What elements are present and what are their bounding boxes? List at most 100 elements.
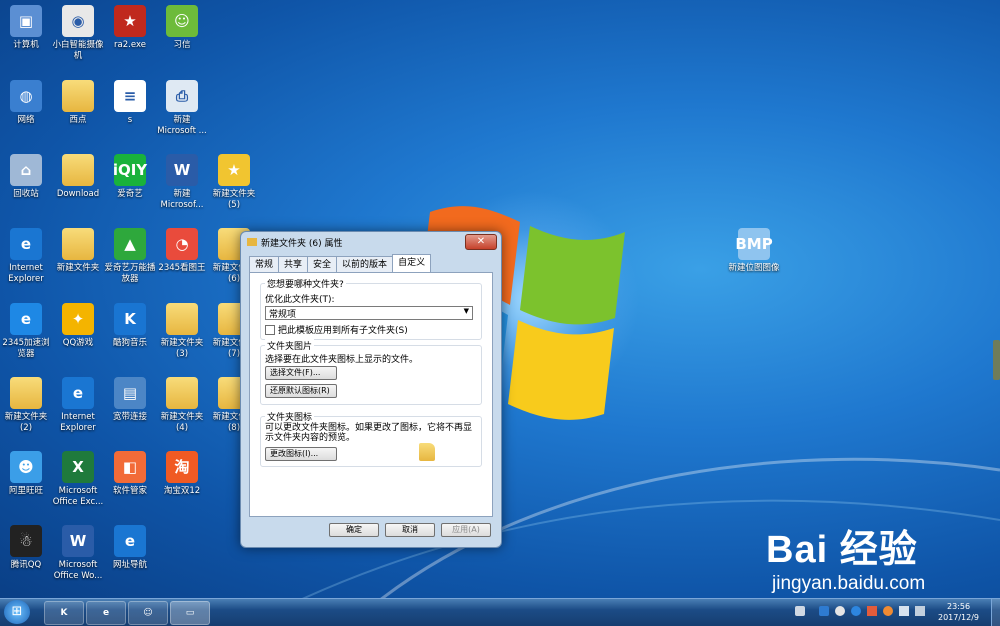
desktop-icon[interactable]: ⎙ 新建 Microsoft ... xyxy=(156,80,208,137)
tray-ime-icon[interactable] xyxy=(883,606,893,616)
clock[interactable]: 23:56 2017/12/9 xyxy=(938,601,979,623)
taskbar-ie-button[interactable]: e xyxy=(86,601,126,625)
desktop-icon[interactable]: ◔ 2345看图王 xyxy=(156,228,208,274)
desktop-icon[interactable]: 淘淘宝双12 xyxy=(156,451,208,497)
desktop-icon[interactable]: ☺ 习信 xyxy=(156,5,208,51)
desktop-icon-label: 网络 xyxy=(17,115,35,125)
tab-strip: 常规 共享 安全 以前的版本 自定义 xyxy=(249,254,432,273)
desktop-icon-label: 新建文件夹 (4) xyxy=(160,412,204,433)
desktop-icon[interactable]: ≡ s xyxy=(104,80,156,126)
desktop-icon[interactable]: ▲ 爱奇艺万能播放器 xyxy=(104,228,156,285)
tab-previous-versions[interactable]: 以前的版本 xyxy=(336,256,394,273)
desktop-icon[interactable]: ⌂ 回收站 xyxy=(0,154,52,200)
desktop-icon[interactable]: ★ ra2.exe xyxy=(104,5,156,51)
apply-subfolders-checkbox[interactable] xyxy=(265,324,275,335)
desktop-icon[interactable]: 新建文件夹 (4) xyxy=(156,377,208,434)
desktop-icon-label: s xyxy=(127,115,133,125)
explorer-icon: ▭ xyxy=(185,608,195,618)
desktop-icon[interactable]: ◉ 小白智能摄像机 xyxy=(52,5,104,62)
desktop-icon[interactable]: ◍ 网络 xyxy=(0,80,52,126)
choose-file-button[interactable]: 选择文件(F)... xyxy=(265,366,337,380)
desktop-icon-label: 酷狗音乐 xyxy=(112,338,147,348)
tray-security-icon[interactable] xyxy=(835,606,845,616)
app-icon: iQIY xyxy=(113,154,147,186)
app-icon: ★ xyxy=(218,154,250,186)
taskbar-explorer-button[interactable]: ▭ xyxy=(170,601,210,625)
change-icon-button[interactable]: 更改图标(I)... xyxy=(265,447,337,461)
desktop-icon[interactable]: e Internet Explorer xyxy=(52,377,104,434)
desktop-icon[interactable]: 新建文件夹 (2) xyxy=(0,377,52,434)
desktop-icon[interactable]: Download xyxy=(52,154,104,200)
tray-keyboard-icon[interactable] xyxy=(795,606,805,616)
tray-volume-icon[interactable] xyxy=(899,606,909,616)
desktop-icon-label: ra2.exe xyxy=(114,40,146,50)
tray-network-icon[interactable] xyxy=(915,606,925,616)
app-icon: ▤ xyxy=(114,377,146,409)
desktop-icon[interactable]: 新建文件夹 (3) xyxy=(156,303,208,360)
desktop-icon[interactable]: e Internet Explorer xyxy=(0,228,52,285)
app-icon: ◉ xyxy=(62,5,94,37)
desktop-icon[interactable]: ▣ 计算机 xyxy=(0,5,52,51)
side-handle[interactable] xyxy=(993,340,1000,380)
desktop-icon[interactable]: BMP 新建位图图像 xyxy=(728,228,780,274)
desktop-icon[interactable]: 新建文件夹 xyxy=(52,228,104,274)
desktop-icon[interactable]: ☃ 腾讯QQ xyxy=(0,525,52,571)
desktop-icon[interactable]: W Microsoft Office Wo... xyxy=(52,525,104,582)
folder-icon xyxy=(10,377,42,409)
tab-customize[interactable]: 自定义 xyxy=(392,254,432,273)
clock-time: 23:56 xyxy=(946,602,971,611)
desktop-icon[interactable]: iQIY 爱奇艺 xyxy=(104,154,156,200)
desktop-icon-label: 新建 Microsoft ... xyxy=(157,115,207,136)
desktop-icon[interactable]: K 酷狗音乐 xyxy=(104,303,156,349)
folder-pictures-title: 文件夹图片 xyxy=(265,339,315,352)
apply-button[interactable]: 应用(A) xyxy=(441,523,491,537)
restore-default-button[interactable]: 还原默认图标(R) xyxy=(265,384,337,398)
taskbar-app-button[interactable]: ☺ xyxy=(128,601,168,625)
watermark-url: jingyan.baidu.com xyxy=(772,573,926,594)
tab-sharing[interactable]: 共享 xyxy=(278,256,309,273)
desktop-icon[interactable]: 西点 xyxy=(52,80,104,126)
tab-security[interactable]: 安全 xyxy=(307,256,338,273)
desktop-icon-label: 新建文件夹 xyxy=(56,263,100,273)
desktop-icon[interactable]: ✦ QQ游戏 xyxy=(52,303,104,349)
optimize-select[interactable]: 常规项 ▼ xyxy=(265,306,473,320)
desktop-icon[interactable]: e 网址导航 xyxy=(104,525,156,571)
app-icon: X xyxy=(62,451,94,483)
show-desktop-button[interactable] xyxy=(991,599,1000,626)
desktop-icon[interactable]: e 2345加速浏览器 xyxy=(0,303,52,360)
close-button[interactable]: ✕ xyxy=(465,234,497,250)
taskbar-kugou-button[interactable]: K xyxy=(44,601,84,625)
cancel-button[interactable]: 取消 xyxy=(385,523,435,537)
tray-shield-icon[interactable] xyxy=(819,606,829,616)
desktop-icon[interactable]: ▤ 宽带连接 xyxy=(104,377,156,423)
desktop-icon[interactable]: W 新建 Microsof... xyxy=(156,154,208,211)
tab-general[interactable]: 常规 xyxy=(249,256,280,273)
ok-button[interactable]: 确定 xyxy=(329,523,379,537)
app-icon: BMP xyxy=(735,228,773,260)
dialog-titlebar[interactable]: 新建文件夹 (6) 属性 xyxy=(241,232,501,252)
app-icon: e xyxy=(114,525,146,557)
taskbar: ⊞ K e ☺ ▭ 23:56 2017/12/9 xyxy=(0,598,1000,626)
desktop-icon-label: Download xyxy=(56,189,100,199)
tray xyxy=(795,606,925,616)
desktop-icon[interactable]: ◧ 软件管家 xyxy=(104,451,156,497)
start-button[interactable]: ⊞ xyxy=(4,600,30,624)
tray-kugou-icon[interactable] xyxy=(851,606,861,616)
desktop-icon-label: 新建文件夹 (5) xyxy=(212,189,256,210)
desktop-icon-label: 2345看图王 xyxy=(158,263,206,273)
desktop-icon-label: 习信 xyxy=(173,40,191,50)
windows-start-icon: ⊞ xyxy=(11,604,23,619)
tray-flag-icon[interactable] xyxy=(867,606,877,616)
desktop-icon[interactable]: ☻ 阿里旺旺 xyxy=(0,451,52,497)
desktop-icon-label: 网址导航 xyxy=(112,560,147,570)
ie-icon: e xyxy=(102,608,110,618)
app-icon: ☺ xyxy=(143,608,153,618)
app-icon: ✦ xyxy=(62,303,94,335)
desktop-icon-label: 淘宝双12 xyxy=(163,486,201,496)
desktop-icon[interactable]: ★ 新建文件夹 (5) xyxy=(208,154,260,211)
desktop-icon-label: Internet Explorer xyxy=(8,263,44,284)
folder-pictures-desc: 选择要在此文件夹图标上显示的文件。 xyxy=(265,355,419,365)
folder-type-group: 您想要哪种文件夹? 优化此文件夹(T): 常规项 ▼ 把此模板应用到所有子文件夹… xyxy=(260,277,482,340)
desktop-icon-label: 回收站 xyxy=(13,189,39,199)
desktop-icon[interactable]: X Microsoft Office Exc... xyxy=(52,451,104,508)
